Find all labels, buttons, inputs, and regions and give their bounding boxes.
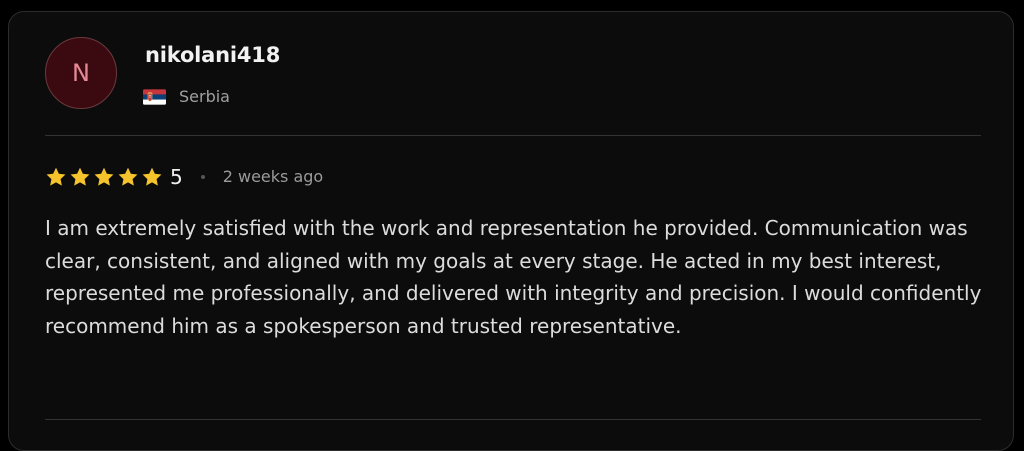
footer-divider [45, 419, 981, 420]
star-icon [142, 167, 162, 186]
separator-dot [200, 175, 205, 179]
reviewer-username: nikolani418 [145, 43, 281, 67]
star-icon [70, 167, 90, 186]
header-divider [45, 135, 981, 136]
reviewer-country: Serbia [143, 87, 230, 107]
serbia-flag-icon [143, 89, 166, 105]
star-icon [46, 167, 66, 186]
rating-row: 5 2 weeks ago [45, 164, 323, 190]
star-icon [118, 167, 138, 186]
star-rating [45, 166, 163, 188]
avatar-initial: N [72, 59, 90, 87]
rating-value: 5 [170, 165, 183, 189]
country-name: Serbia [179, 87, 230, 106]
avatar: N [45, 37, 117, 109]
review-card: N nikolani418 Serbia 5 2 weeks ago I am … [8, 11, 1014, 451]
review-time: 2 weeks ago [222, 167, 324, 186]
review-body: I am extremely satisfied with the work a… [45, 216, 982, 338]
star-icon [94, 167, 114, 186]
